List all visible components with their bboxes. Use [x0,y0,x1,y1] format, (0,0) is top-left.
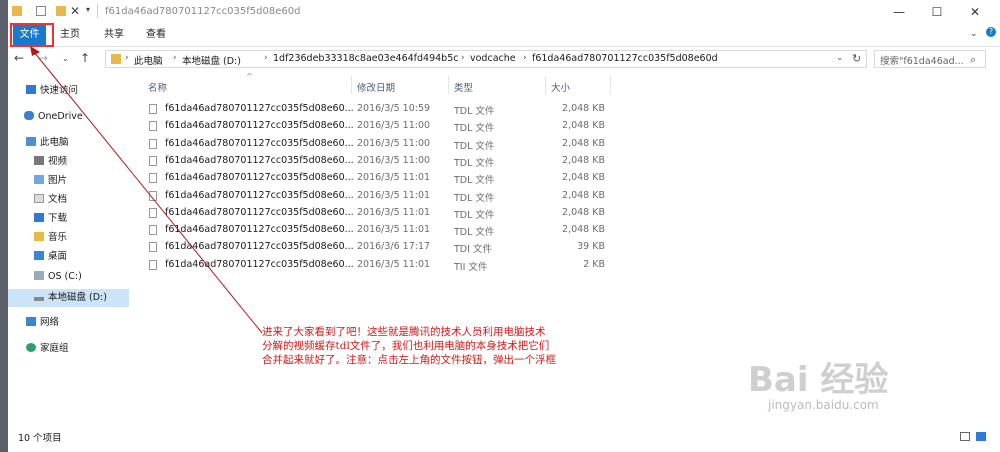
baidu-watermark-url: jingyan.baidu.com [768,398,879,412]
arrow-head [30,46,40,56]
annotation-line: 合并起来就好了。注意：点击左上角的文件按钮，弹出一个浮框 [262,354,556,366]
arrow-line [33,51,263,334]
annotation-line: 进来了大家看到了吧！这些就是腾讯的技术人员利用电脑技术 [262,326,546,338]
details-view-icon[interactable] [960,432,970,441]
large-icons-view-icon[interactable] [976,432,986,441]
baidu-watermark-logo: Bai 经验 [748,360,889,400]
annotation-text: 进来了大家看到了吧！这些就是腾讯的技术人员利用电脑技术 分解的视频缓存tdl文件… [262,325,556,367]
annotation-line: 分解的视频缓存tdl文件了，我们也利用电脑的本身技术把它们 [262,340,550,352]
status-item-count: 10 个项目 [18,433,62,444]
